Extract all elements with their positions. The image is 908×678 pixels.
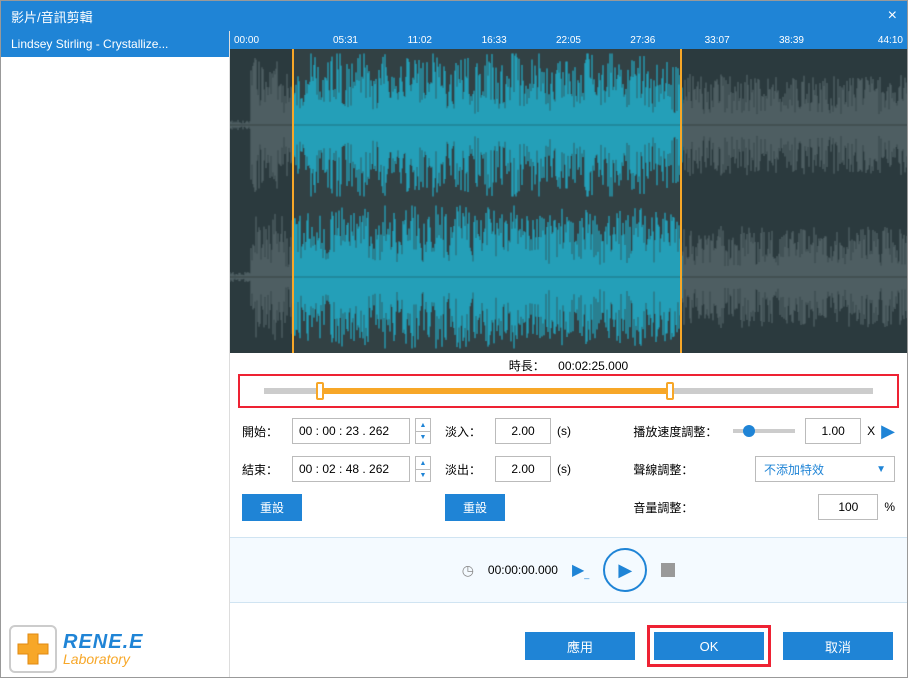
main-panel: 00:00 05:31 11:02 16:33 22:05 27:36 33:0… [230, 31, 907, 677]
range-track[interactable] [264, 388, 873, 394]
playback-time: 00:00:00.000 [488, 563, 558, 577]
logo-icon [9, 625, 57, 673]
voice-select[interactable]: 不添加特效 ▼ [755, 456, 895, 482]
duration-value: 00:02:25.000 [558, 359, 628, 373]
title-bar: 影片/音訊剪輯 × [1, 1, 907, 31]
file-list-item-label: Lindsey Stirling - Crystallize... [11, 37, 168, 51]
ruler-tick: 38:39 [754, 35, 828, 46]
window-title: 影片/音訊剪輯 [11, 7, 93, 26]
fade-out-label: 淡出： [445, 461, 489, 478]
skip-start-icon[interactable]: ▶_ [572, 560, 589, 580]
end-spinner[interactable]: ▲▼ [415, 456, 431, 482]
spinner-up-icon: ▲ [415, 456, 431, 469]
logo: RENE.E Laboratory [9, 625, 143, 673]
ruler-tick: 05:31 [308, 35, 382, 46]
timeline-ruler: 00:00 05:31 11:02 16:33 22:05 27:36 33:0… [230, 31, 907, 49]
volume-label: 音量調整： [633, 499, 723, 516]
speed-suffix: X [867, 424, 875, 438]
duration-row: 時長： 00:02:25.000 [230, 353, 907, 374]
bottom-bar: 應用 OK 取消 [230, 615, 907, 677]
stop-button[interactable] [661, 563, 675, 577]
clock-icon: ◷ [462, 562, 474, 579]
reset-start-end-button[interactable]: 重設 [242, 494, 302, 521]
close-icon[interactable]: × [888, 7, 897, 25]
logo-line2: Laboratory [63, 652, 143, 666]
logo-line1: RENE.E [63, 632, 143, 652]
duration-label: 時長： [509, 359, 545, 373]
voice-select-value: 不添加特效 [764, 461, 824, 478]
start-label: 開始： [242, 423, 286, 440]
ruler-tick: 22:05 [531, 35, 605, 46]
ruler-tick: 33:07 [680, 35, 754, 46]
ok-button[interactable]: OK [654, 632, 764, 660]
fade-unit: (s) [557, 424, 571, 438]
ruler-tick: 27:36 [606, 35, 680, 46]
range-handle-end[interactable] [666, 382, 674, 400]
controls-grid: 開始： 00 : 00 : 23 . 262 ▲▼ 結束： 00 : 02 : … [230, 414, 907, 537]
apply-button[interactable]: 應用 [525, 632, 635, 660]
file-list: Lindsey Stirling - Crystallize... [1, 31, 230, 677]
selection-overlay[interactable] [292, 49, 681, 353]
start-spinner[interactable]: ▲▼ [415, 418, 431, 444]
start-time-input[interactable]: 00 : 00 : 23 . 262 [292, 418, 410, 444]
ruler-tick: 00:00 [234, 35, 308, 46]
reset-fade-button[interactable]: 重設 [445, 494, 505, 521]
volume-suffix: % [884, 500, 895, 514]
fade-in-label: 淡入： [445, 423, 489, 440]
end-time-input[interactable]: 00 : 02 : 48 . 262 [292, 456, 410, 482]
ruler-tick: 44:10 [829, 35, 903, 46]
range-slider-highlight [238, 374, 899, 408]
speed-slider[interactable] [733, 429, 795, 433]
spinner-down-icon: ▼ [415, 469, 431, 482]
ruler-tick: 16:33 [457, 35, 531, 46]
play-preview-icon[interactable]: ▶ [881, 421, 895, 442]
volume-input[interactable] [818, 494, 878, 520]
play-button[interactable]: ▶ [603, 548, 647, 592]
speed-input[interactable] [805, 418, 861, 444]
spinner-up-icon: ▲ [415, 418, 431, 431]
fade-out-input[interactable] [495, 456, 551, 482]
spinner-down-icon: ▼ [415, 431, 431, 444]
speed-label: 播放速度調整： [633, 423, 723, 440]
ok-highlight: OK [647, 625, 771, 667]
col-start-end: 開始： 00 : 00 : 23 . 262 ▲▼ 結束： 00 : 02 : … [242, 418, 431, 533]
col-right: 播放速度調整： X ▶ 聲線調整： 不添加特效 ▼ 音量調整： % [633, 418, 895, 533]
fade-in-input[interactable] [495, 418, 551, 444]
fade-unit: (s) [557, 462, 571, 476]
chevron-down-icon: ▼ [876, 464, 886, 475]
cancel-button[interactable]: 取消 [783, 632, 893, 660]
waveform-display[interactable] [230, 49, 907, 353]
file-list-item[interactable]: Lindsey Stirling - Crystallize... [1, 31, 229, 57]
range-fill [320, 388, 670, 394]
range-handle-start[interactable] [316, 382, 324, 400]
playback-bar: ◷ 00:00:00.000 ▶_ ▶ [230, 537, 907, 603]
end-label: 結束： [242, 461, 286, 478]
voice-label: 聲線調整： [633, 461, 723, 478]
col-fade: 淡入： (s) 淡出： (s) 重設 [445, 418, 619, 533]
ruler-tick: 11:02 [383, 35, 457, 46]
